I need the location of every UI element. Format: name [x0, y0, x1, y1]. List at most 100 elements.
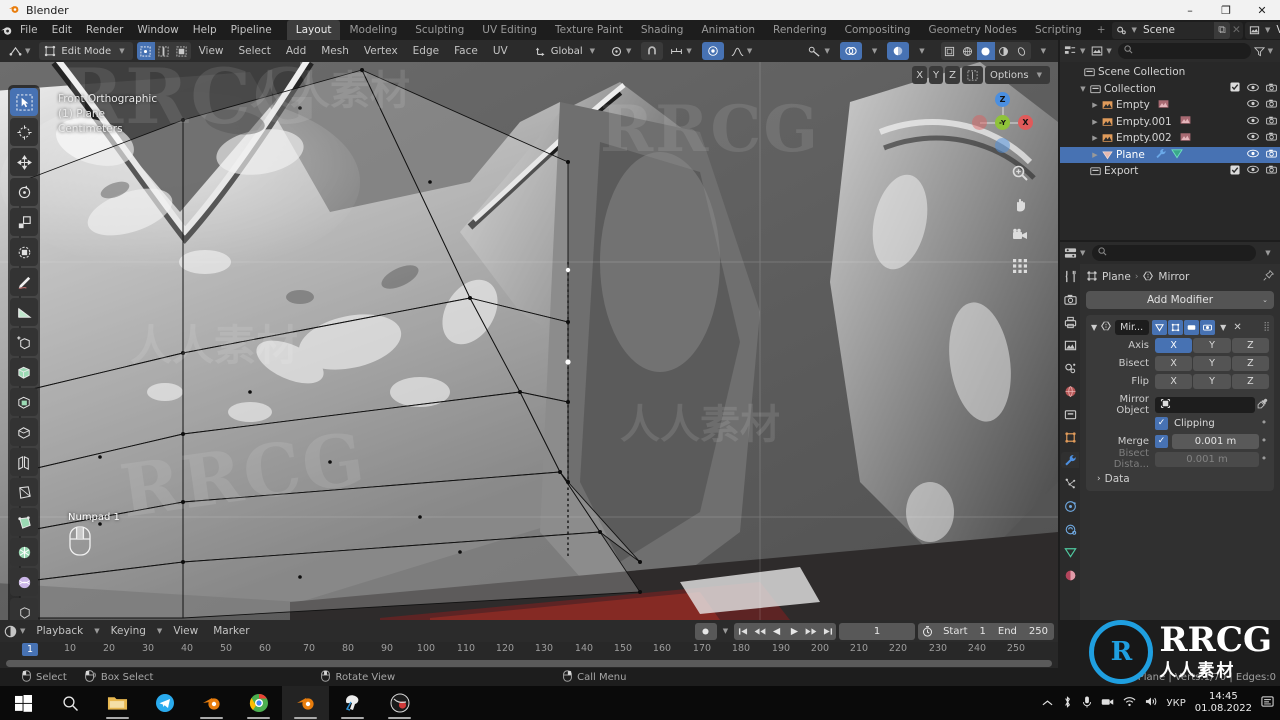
- tool-spin[interactable]: [10, 538, 38, 566]
- outliner-row-empty-002[interactable]: ▶ Empty.002: [1060, 130, 1280, 147]
- timeline-scrollbar-thumb[interactable]: [6, 660, 1052, 667]
- edge-select-icon[interactable]: [154, 42, 173, 60]
- pivot-point-selector[interactable]: ▼: [605, 42, 639, 60]
- outliner-row-export[interactable]: Export: [1060, 163, 1280, 180]
- disclosure-triangle[interactable]: ▶: [1090, 118, 1100, 126]
- gizmo-axis-neg-x[interactable]: [972, 115, 987, 130]
- tool-bevel[interactable]: [10, 418, 38, 446]
- outliner-row-empty[interactable]: ▶ Empty: [1060, 97, 1280, 114]
- disclosure-triangle[interactable]: ▶: [1090, 134, 1100, 142]
- tool-measure[interactable]: [10, 298, 38, 326]
- eye-icon[interactable]: [1247, 149, 1259, 161]
- tab-modifier[interactable]: [1061, 452, 1079, 468]
- tab-collection[interactable]: [1061, 406, 1079, 422]
- workspace-tab-compositing[interactable]: Compositing: [836, 20, 920, 40]
- tool-add-cube[interactable]: [10, 328, 38, 356]
- mesh-wireframe[interactable]: [0, 62, 1058, 620]
- pin-icon[interactable]: [1263, 269, 1275, 284]
- viewlayer-selector[interactable]: ▼ ViewLayer ⧉ ✕: [1244, 21, 1280, 39]
- tab-constraints[interactable]: [1061, 521, 1079, 537]
- next-keyframe-icon[interactable]: [802, 623, 819, 640]
- axis-z-toggle[interactable]: Z: [1231, 337, 1269, 353]
- camera-icon[interactable]: [1266, 132, 1277, 144]
- eye-icon[interactable]: [1247, 132, 1259, 144]
- outliner-row-plane[interactable]: ▶ Plane: [1060, 146, 1280, 163]
- flip-y-toggle[interactable]: Y: [1193, 373, 1231, 389]
- tool-scale[interactable]: [10, 208, 38, 236]
- record-icon[interactable]: [694, 622, 717, 640]
- funnel-icon[interactable]: ▼: [1253, 43, 1276, 59]
- 3d-viewport[interactable]: Front Orthographic (1) Plane Centimeters…: [0, 62, 1058, 620]
- tab-render[interactable]: [1061, 291, 1079, 307]
- taskbar-clock[interactable]: 14:45 01.08.2022: [1195, 691, 1252, 715]
- chevron-down-icon[interactable]: ▼: [1091, 323, 1097, 332]
- eye-icon[interactable]: [1247, 99, 1259, 111]
- workspace-tab-texture-paint[interactable]: Texture Paint: [546, 20, 632, 40]
- tab-particles[interactable]: [1061, 475, 1079, 491]
- proportional-edit-icon[interactable]: [701, 42, 724, 60]
- start-frame-value[interactable]: 1: [974, 623, 992, 640]
- menu-file[interactable]: File: [13, 20, 45, 40]
- modifier-data-section[interactable]: › Data: [1091, 473, 1269, 485]
- flip-x-toggle[interactable]: X: [1155, 373, 1193, 389]
- tool-shear[interactable]: [10, 598, 38, 620]
- outliner-display-mode-icon[interactable]: ▼: [1064, 43, 1088, 59]
- timeline-menu-keying[interactable]: Keying: [104, 621, 153, 641]
- outliner-row-collection[interactable]: ▼ Collection: [1060, 81, 1280, 98]
- editor-type-icon[interactable]: ▼: [4, 42, 38, 60]
- tab-tool[interactable]: [1061, 268, 1079, 284]
- camera-icon[interactable]: [1266, 116, 1277, 128]
- camera-icon[interactable]: [1266, 149, 1277, 161]
- camera-icon[interactable]: [1266, 165, 1277, 177]
- eye-icon[interactable]: [1247, 165, 1259, 177]
- solid-shading-icon-alt[interactable]: [958, 42, 977, 60]
- chrome-icon[interactable]: [235, 686, 282, 720]
- bisect-distance-input[interactable]: 0.001 m: [1155, 451, 1259, 467]
- tab-scene[interactable]: [1061, 360, 1079, 376]
- substance-painter-icon[interactable]: [329, 686, 376, 720]
- solid-shading-icon[interactable]: [976, 42, 995, 60]
- xray-dropdown[interactable]: ▼: [911, 42, 932, 60]
- viewport-menu-uv[interactable]: UV: [486, 41, 515, 61]
- flip-z-toggle[interactable]: Z: [1231, 373, 1269, 389]
- new-scene-button[interactable]: ⧉: [1213, 21, 1230, 39]
- modifier-name-input[interactable]: Mir...: [1115, 319, 1150, 335]
- disclosure-triangle[interactable]: ▼: [1078, 85, 1088, 93]
- viewport-menu-add[interactable]: Add: [279, 41, 313, 61]
- proportional-falloff-selector[interactable]: ▼: [726, 42, 760, 60]
- wireframe-shading-icon[interactable]: [940, 42, 959, 60]
- bisect-y-toggle[interactable]: Y: [1193, 355, 1231, 371]
- ortho-persp-toggle-icon[interactable]: [1009, 255, 1031, 277]
- merge-value-input[interactable]: 0.001 m: [1172, 433, 1259, 449]
- gizmo-axis-x[interactable]: X: [1018, 115, 1033, 130]
- mesh-data-icon[interactable]: [1170, 148, 1183, 162]
- blender-icon[interactable]: [188, 686, 235, 720]
- axis-z-toggle[interactable]: Z: [945, 66, 961, 84]
- tab-material[interactable]: [1061, 567, 1079, 583]
- properties-editor-icon[interactable]: ▼: [1064, 245, 1088, 261]
- viewport-menu-select[interactable]: Select: [232, 41, 278, 61]
- viewport-menu-view[interactable]: View: [192, 41, 231, 61]
- tool-transform[interactable]: [10, 238, 38, 266]
- gizmo-axis-z[interactable]: Z: [995, 92, 1010, 107]
- viewport-menu-face[interactable]: Face: [447, 41, 485, 61]
- auto-keying-icon[interactable]: [918, 623, 937, 640]
- modifier-extras-dropdown[interactable]: ▼: [1218, 323, 1228, 332]
- overlays-icon[interactable]: [839, 42, 862, 60]
- tool-extrude[interactable]: [10, 358, 38, 386]
- mic-icon[interactable]: [1082, 695, 1092, 712]
- play-icon[interactable]: [785, 623, 802, 640]
- modifier-wrench-icon[interactable]: [1155, 148, 1167, 162]
- minimize-button[interactable]: –: [1172, 0, 1208, 20]
- outliner-row-empty-001[interactable]: ▶ Empty.001: [1060, 114, 1280, 131]
- camera-icon[interactable]: [1266, 99, 1277, 111]
- checkbox-exclude[interactable]: [1230, 82, 1240, 95]
- menu-edit[interactable]: Edit: [45, 20, 79, 40]
- disclosure-triangle[interactable]: ▶: [1090, 101, 1100, 109]
- image-data-icon[interactable]: [1180, 115, 1191, 128]
- camera-view-icon[interactable]: [1009, 224, 1031, 246]
- add-workspace-button[interactable]: +: [1091, 24, 1112, 36]
- workspace-tab-sculpting[interactable]: Sculpting: [406, 20, 473, 40]
- animate-property-dot[interactable]: •: [1259, 417, 1269, 428]
- render-toggle[interactable]: [1200, 319, 1216, 335]
